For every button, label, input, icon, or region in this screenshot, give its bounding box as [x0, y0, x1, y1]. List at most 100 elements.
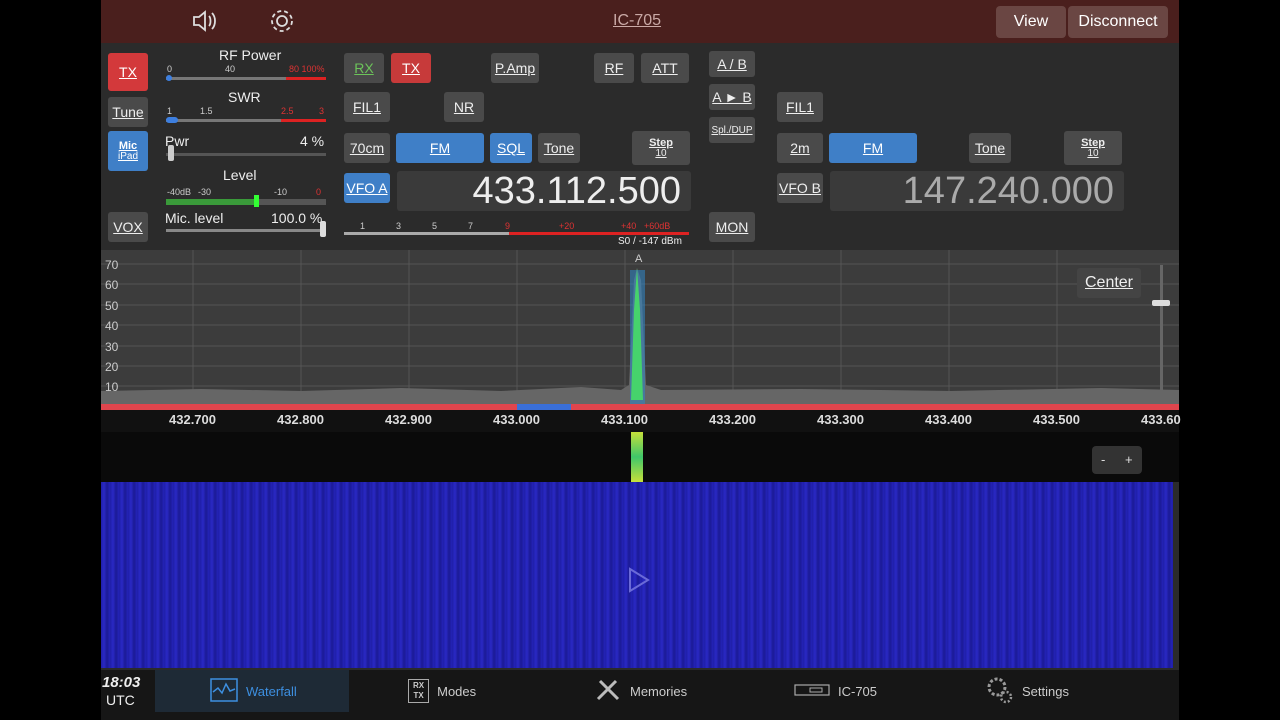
y-axis-tick: 30	[105, 340, 119, 354]
s-meter-tick: +40	[621, 221, 637, 231]
gear-icon[interactable]	[268, 7, 296, 35]
tab-label: Memories	[630, 683, 688, 699]
s-meter-tick: 3	[396, 221, 402, 231]
y-axis-tick: 50	[105, 299, 119, 313]
radio-control-app: IC-705 View Disconnect TX Tune Mic iPad …	[101, 0, 1181, 720]
swr-tick: 2.5	[281, 106, 294, 116]
mic-level-value: 100.0 %	[271, 210, 323, 226]
clock-zone: UTC	[106, 692, 135, 708]
speaker-icon[interactable]	[191, 8, 219, 34]
zoom-out-button[interactable]: -	[1101, 452, 1105, 467]
tab-label: IC-705	[838, 683, 878, 699]
rx-button[interactable]: RX	[344, 53, 384, 83]
center-button[interactable]: Center	[1077, 268, 1141, 298]
ref-level-thumb[interactable]	[1152, 300, 1170, 306]
vox-button[interactable]: VOX	[108, 212, 148, 242]
pwr-value: 4 %	[300, 133, 325, 149]
nr-button[interactable]: NR	[444, 92, 484, 122]
a-b-swap-button[interactable]: A / B	[709, 51, 755, 77]
level-tick: 0	[316, 187, 322, 197]
device-title[interactable]: IC-705	[613, 12, 661, 30]
rf-power-title: RF Power	[219, 47, 282, 63]
tab-memories[interactable]: Memories	[594, 670, 687, 712]
s-meter-tick: 7	[468, 221, 474, 231]
spectrum-grid	[101, 250, 1179, 405]
freq-tick: 433.400	[925, 412, 972, 427]
vfo-a-frequency[interactable]: 433.112.500	[397, 170, 691, 212]
spectrum-scope[interactable]: 70 60 50 40 30 20 10 A Center	[101, 250, 1179, 405]
view-button[interactable]: View	[996, 6, 1066, 38]
y-axis-tick: 40	[105, 319, 119, 333]
tools-icon	[594, 677, 622, 706]
pwr-slider[interactable]	[166, 153, 326, 156]
vfo-b-step-button[interactable]: Step 10	[1064, 131, 1122, 165]
level-title: Level	[223, 167, 257, 183]
vfo-b-mode-button[interactable]: FM	[829, 133, 917, 163]
s-meter-tick: 5	[432, 221, 438, 231]
swr-tick: 1.5	[200, 106, 213, 116]
split-dup-button[interactable]: Spl./DUP	[709, 117, 755, 143]
mic-source-label: iPad	[117, 151, 138, 162]
s-meter-reading: S0 / -147 dBm	[618, 236, 682, 247]
sql-button[interactable]: SQL	[490, 133, 532, 163]
y-axis-tick: 70	[105, 258, 119, 272]
level-meter-peak	[254, 195, 259, 207]
rf-button[interactable]: RF	[594, 53, 634, 83]
vfo-b-frequency[interactable]: 147.240.000	[830, 170, 1124, 212]
mic-level-slider[interactable]	[166, 229, 326, 232]
rx-tx-icon: RX TX	[408, 679, 430, 703]
vfo-a-button[interactable]: VFO A	[344, 173, 390, 203]
vfo-a-filter-button[interactable]: FIL1	[344, 92, 390, 122]
tab-modes[interactable]: RX TX Modes	[408, 670, 476, 712]
frequency-scale: 432.700 432.800 432.900 433.000 433.100 …	[101, 410, 1181, 432]
waterfall-display[interactable]	[101, 482, 1173, 668]
waterfall-header: - +	[101, 432, 1179, 482]
swr-title: SWR	[228, 89, 261, 105]
vfo-b-band-button[interactable]: 2m	[777, 133, 823, 163]
tab-settings[interactable]: Settings	[986, 670, 1069, 712]
clock-time: 18:03	[102, 674, 141, 691]
gears-icon	[986, 676, 1014, 707]
play-icon[interactable]	[627, 567, 651, 598]
vfo-a-step-button[interactable]: Step 10	[632, 131, 690, 165]
swr-meter-red	[281, 119, 326, 122]
rf-power-meter-fill	[166, 75, 172, 81]
freq-tick: 433.200	[709, 412, 756, 427]
tx-button[interactable]: TX	[108, 53, 148, 91]
pwr-slider-thumb[interactable]	[168, 145, 174, 161]
s-meter-tick: 9	[505, 221, 511, 231]
tab-label: Modes	[437, 683, 477, 699]
tab-label: Settings	[1022, 683, 1069, 699]
rf-power-meter-red	[286, 77, 326, 80]
mic-level-slider-thumb[interactable]	[320, 221, 326, 237]
level-meter-fill	[166, 199, 256, 205]
vfo-a-tx-button[interactable]: TX	[391, 53, 431, 83]
mic-source-button[interactable]: Mic iPad	[108, 131, 148, 171]
freq-tick: 433.300	[817, 412, 864, 427]
zoom-control[interactable]	[1092, 446, 1142, 474]
step-value: 10	[1087, 148, 1099, 159]
monitor-button[interactable]: MON	[709, 212, 755, 242]
vfo-b-button[interactable]: VFO B	[777, 173, 823, 203]
s-meter-tick: 1	[360, 221, 366, 231]
vfo-a-tone-button[interactable]: Tone	[538, 133, 580, 163]
y-axis-tick: 20	[105, 360, 119, 374]
freq-tick: 433.000	[493, 412, 540, 427]
vfo-b-tone-button[interactable]: Tone	[969, 133, 1011, 163]
waterfall-icon	[210, 677, 238, 705]
tab-ic705[interactable]: IC-705	[794, 670, 877, 712]
tab-waterfall[interactable]: Waterfall	[155, 670, 349, 712]
tune-button[interactable]: Tune	[108, 97, 148, 127]
zoom-in-button[interactable]: +	[1125, 452, 1133, 467]
vfo-b-filter-button[interactable]: FIL1	[777, 92, 823, 122]
level-tick: -10	[274, 187, 288, 197]
a-to-b-button[interactable]: A ► B	[709, 84, 755, 110]
vfo-a-mode-button[interactable]: FM	[396, 133, 484, 163]
att-button[interactable]: ATT	[641, 53, 689, 83]
vfo-a-band-button[interactable]: 70cm	[344, 133, 390, 163]
s-meter-tick: +20	[559, 221, 575, 231]
preamp-button[interactable]: P.Amp	[491, 53, 539, 83]
ref-level-slider[interactable]	[1160, 265, 1163, 395]
disconnect-button[interactable]: Disconnect	[1068, 6, 1168, 38]
level-tick: -30	[198, 187, 212, 197]
